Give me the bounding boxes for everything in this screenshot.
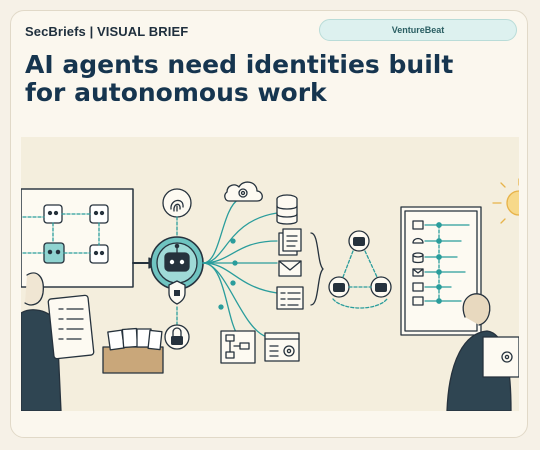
database-icon xyxy=(276,194,298,225)
settings-icon xyxy=(264,332,300,362)
headline: AI agents need identities built for auto… xyxy=(25,50,454,107)
resource-connectors xyxy=(202,198,278,338)
sun-icon xyxy=(492,178,519,224)
workflow-icon xyxy=(220,330,256,364)
analyst-figure xyxy=(21,272,95,411)
shield-icon xyxy=(168,280,186,305)
source-label: VentureBeat xyxy=(391,25,445,35)
fingerprint-icon xyxy=(162,188,192,238)
illustration xyxy=(21,137,519,411)
padlock-icon xyxy=(164,306,190,350)
central-agent xyxy=(150,236,204,305)
dashboard-icon xyxy=(276,286,304,310)
mail-icon xyxy=(278,260,302,277)
brief-card: SecBriefs | VISUAL BRIEF VentureBeat AI … xyxy=(10,10,528,438)
cloud-icon xyxy=(224,181,263,202)
agent-cycle xyxy=(328,230,392,309)
document-icon xyxy=(278,228,302,256)
source-badge[interactable]: VentureBeat xyxy=(319,19,517,41)
card-file-icon xyxy=(102,327,164,374)
agent-map-board xyxy=(21,188,134,288)
brand-label: SecBriefs | VISUAL BRIEF xyxy=(25,24,189,39)
